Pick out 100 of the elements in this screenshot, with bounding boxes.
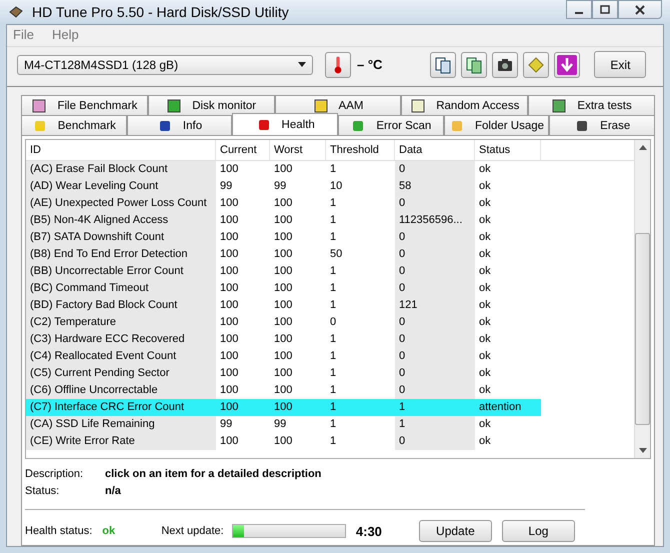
table-row[interactable]: (AC) Erase Fail Block Count 100 100 1 0 ok bbox=[26, 161, 634, 178]
table-cell-text: 1 bbox=[329, 162, 338, 177]
maximize-icon bbox=[599, 4, 611, 14]
action-button[interactable]: Log bbox=[502, 520, 575, 542]
dropdown-arrow-icon bbox=[298, 62, 306, 67]
table-row[interactable]: (C3) Hardware ECC Recovered 100 100 1 0 ok bbox=[26, 331, 634, 348]
toolbar-button[interactable] bbox=[461, 52, 488, 78]
table-row[interactable]: (BD) Factory Bad Block Count 100 100 1 121 ok bbox=[26, 297, 634, 314]
close-button[interactable] bbox=[618, 0, 662, 19]
table-cell-text: ok bbox=[478, 315, 492, 330]
column-header[interactable]: ID bbox=[26, 140, 216, 160]
description-text: click on an item for a detailed description bbox=[105, 468, 322, 480]
column-header[interactable]: Current bbox=[216, 140, 270, 160]
table-row[interactable]: (C7) Interface CRC Error Count 100 100 1 1 attention bbox=[26, 399, 541, 416]
table-cell-text: 99 bbox=[219, 417, 234, 432]
table-cell-text: 100 bbox=[273, 196, 294, 211]
tab[interactable]: Disk monitor bbox=[148, 95, 275, 115]
table-cell: 0 bbox=[395, 331, 475, 348]
toolbar-button[interactable] bbox=[492, 52, 518, 78]
table-cell-text: 100 bbox=[273, 230, 294, 245]
thermometer-button[interactable] bbox=[325, 52, 351, 78]
column-header[interactable]: Threshold bbox=[326, 140, 395, 160]
table-cell: 0 bbox=[395, 365, 475, 382]
tab[interactable]: Error Scan bbox=[338, 115, 444, 135]
drive-dropdown[interactable]: M4-CT128M4SSD1 (128 gB) bbox=[17, 54, 313, 74]
toolbar-button[interactable] bbox=[430, 52, 456, 78]
scrollbar[interactable] bbox=[634, 140, 650, 458]
table-cell-text: 100 bbox=[219, 434, 240, 449]
table-cell-text: 100 bbox=[219, 383, 240, 398]
status-value: n/a bbox=[105, 484, 121, 496]
column-header[interactable]: Data bbox=[395, 140, 475, 160]
square-icon bbox=[410, 98, 426, 114]
table-cell-text: ok bbox=[478, 264, 492, 279]
table-cell: (BB) Uncorrectable Error Count bbox=[26, 263, 216, 280]
tab[interactable]: Random Access bbox=[401, 95, 528, 115]
toolbar-button[interactable] bbox=[554, 52, 580, 78]
table-row[interactable]: (B5) Non-4K Aligned Access 100 100 1 112356596... ok bbox=[26, 212, 634, 229]
tab[interactable]: Health bbox=[232, 113, 338, 135]
tab[interactable]: AAM bbox=[274, 95, 402, 115]
scroll-up-icon[interactable] bbox=[638, 145, 646, 150]
countdown-time: 4:30 bbox=[356, 524, 383, 538]
table-row[interactable]: (B8) End To End Error Detection 100 100 50 0 ok bbox=[26, 246, 634, 263]
table-row[interactable]: (BB) Uncorrectable Error Count 100 100 1 0 ok bbox=[26, 263, 634, 280]
action-button[interactable]: Update bbox=[418, 520, 492, 542]
tab[interactable]: File Benchmark bbox=[21, 95, 148, 115]
table-cell-text: attention bbox=[478, 400, 522, 415]
table-row[interactable]: (AD) Wear Leveling Count 99 99 10 58 ok bbox=[26, 178, 634, 195]
table-cell-text: ok bbox=[478, 332, 492, 347]
table-cell-text: 1 bbox=[329, 230, 338, 245]
table-cell-text: 1 bbox=[329, 417, 338, 432]
table-cell-text: ok bbox=[478, 298, 492, 313]
tab[interactable]: Info bbox=[126, 115, 232, 135]
table-cell-text: 1 bbox=[329, 332, 338, 347]
menu-item[interactable]: File bbox=[13, 27, 34, 44]
tab[interactable]: Extra tests bbox=[528, 95, 655, 115]
table-row[interactable]: (B7) SATA Downshift Count 100 100 1 0 ok bbox=[26, 229, 634, 246]
tab[interactable]: Folder Usage bbox=[444, 115, 550, 135]
table-row[interactable]: (C4) Reallocated Event Count 100 100 1 0 ok bbox=[26, 348, 634, 365]
minimize-button[interactable] bbox=[566, 0, 592, 19]
health-status-label: Health status: bbox=[25, 525, 92, 537]
tab[interactable]: Benchmark bbox=[21, 115, 127, 135]
table-cell-text: 1 bbox=[329, 349, 338, 364]
table-cell-text: 1 bbox=[329, 366, 338, 381]
column-header[interactable]: Worst bbox=[270, 140, 326, 160]
close-icon bbox=[634, 4, 646, 14]
menu-item[interactable]: Help bbox=[52, 27, 79, 44]
table-row[interactable]: (AE) Unexpected Power Loss Count 100 100 1 0 ok bbox=[26, 195, 634, 212]
table-row[interactable]: (CA) SSD Life Remaining 99 99 1 1 ok bbox=[26, 416, 634, 433]
maximize-button[interactable] bbox=[592, 0, 618, 19]
table-cell: 112356596... bbox=[395, 212, 475, 229]
exit-button[interactable]: Exit bbox=[594, 51, 646, 78]
table-cell-text: 100 bbox=[219, 162, 240, 177]
table-row[interactable]: (C6) Offline Uncorrectable 100 100 1 0 ok bbox=[26, 382, 634, 399]
column-header[interactable]: Status bbox=[475, 140, 541, 160]
thermometer-icon bbox=[333, 54, 343, 74]
table-row[interactable]: (C2) Temperature 100 100 0 0 ok bbox=[26, 314, 634, 331]
table-cell: 0 bbox=[395, 229, 475, 246]
table-cell: 0 bbox=[395, 263, 475, 280]
table-cell-text: 100 bbox=[219, 213, 240, 228]
scroll-down-icon[interactable] bbox=[638, 448, 646, 453]
window-title: HD Tune Pro 5.50 - Hard Disk/SSD Utility bbox=[32, 4, 290, 20]
copy-icon bbox=[434, 56, 452, 74]
table-cell-text: ok bbox=[478, 196, 492, 211]
table-row[interactable]: (CE) Write Error Rate 100 100 1 0 ok bbox=[26, 433, 634, 450]
table-cell: 121 bbox=[395, 297, 475, 314]
status-label: Status: bbox=[25, 484, 60, 496]
tab[interactable]: Erase bbox=[549, 115, 656, 135]
table-cell-text: 100 bbox=[219, 281, 240, 296]
table-cell-text: 100 bbox=[219, 332, 240, 347]
table-cell-text: 100 bbox=[273, 366, 294, 381]
table-cell-text: ok bbox=[478, 179, 492, 194]
table-cell-text: 100 bbox=[273, 247, 294, 262]
table-cell-text: 1 bbox=[329, 264, 338, 279]
table-cell-text: ok bbox=[478, 247, 492, 262]
table-cell-text: 100 bbox=[219, 366, 240, 381]
table-cell: (C6) Offline Uncorrectable bbox=[26, 382, 216, 399]
table-cell: 0 bbox=[395, 195, 475, 212]
table-row[interactable]: (C5) Current Pending Sector 100 100 1 0 ok bbox=[26, 365, 634, 382]
table-cell-text: 1 bbox=[329, 400, 338, 415]
table-row[interactable]: (BC) Command Timeout 100 100 1 0 ok bbox=[26, 280, 634, 297]
